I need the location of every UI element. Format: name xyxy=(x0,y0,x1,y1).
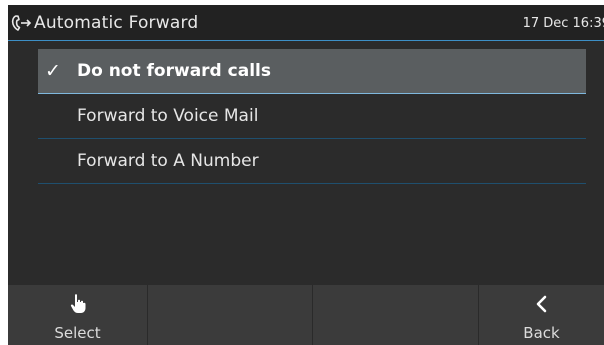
list-item-label: Forward to A Number xyxy=(77,151,259,171)
phone-forward-icon xyxy=(11,15,32,31)
softkey-label: Back xyxy=(523,324,560,342)
list-item-label: Forward to Voice Mail xyxy=(77,106,259,126)
back-softkey[interactable]: Back xyxy=(479,285,604,345)
select-softkey[interactable]: Select xyxy=(8,285,148,345)
forward-options-list: ✓ Do not forward calls Forward to Voice … xyxy=(38,49,586,184)
empty-softkey-3[interactable] xyxy=(313,285,479,345)
empty-softkey-2[interactable] xyxy=(148,285,313,345)
chevron-left-icon xyxy=(536,295,546,313)
softkey-label: Select xyxy=(54,324,101,342)
checkmark-icon: ✓ xyxy=(45,60,61,82)
softkey-bar: Select Back xyxy=(8,285,604,345)
phone-screen: Automatic Forward 17 Dec 16:39 ✓ Do not … xyxy=(8,5,604,345)
date-time: 17 Dec 16:39 xyxy=(522,16,604,31)
title-bar: Automatic Forward 17 Dec 16:39 xyxy=(8,5,604,41)
list-item-do-not-forward[interactable]: ✓ Do not forward calls xyxy=(38,49,586,94)
list-item-label: Do not forward calls xyxy=(77,61,271,81)
list-item-forward-voice-mail[interactable]: Forward to Voice Mail xyxy=(38,94,586,139)
page-title: Automatic Forward xyxy=(34,13,199,33)
list-item-forward-number[interactable]: Forward to A Number xyxy=(38,139,586,184)
pointing-hand-icon xyxy=(70,294,85,313)
